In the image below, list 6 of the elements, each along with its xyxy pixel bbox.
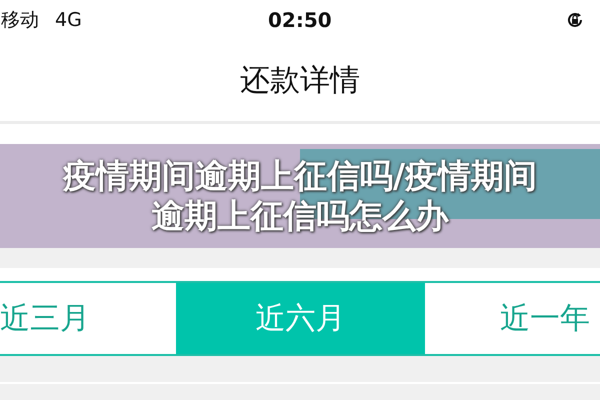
carrier-label: 移动 [1,8,39,33]
network-label: 4G [55,8,82,33]
page-title: 还款详情 [240,62,360,100]
clock-time: 02:50 [268,7,332,34]
rotation-lock-icon [565,10,585,30]
period-tab[interactable]: 近六月 [176,283,425,354]
